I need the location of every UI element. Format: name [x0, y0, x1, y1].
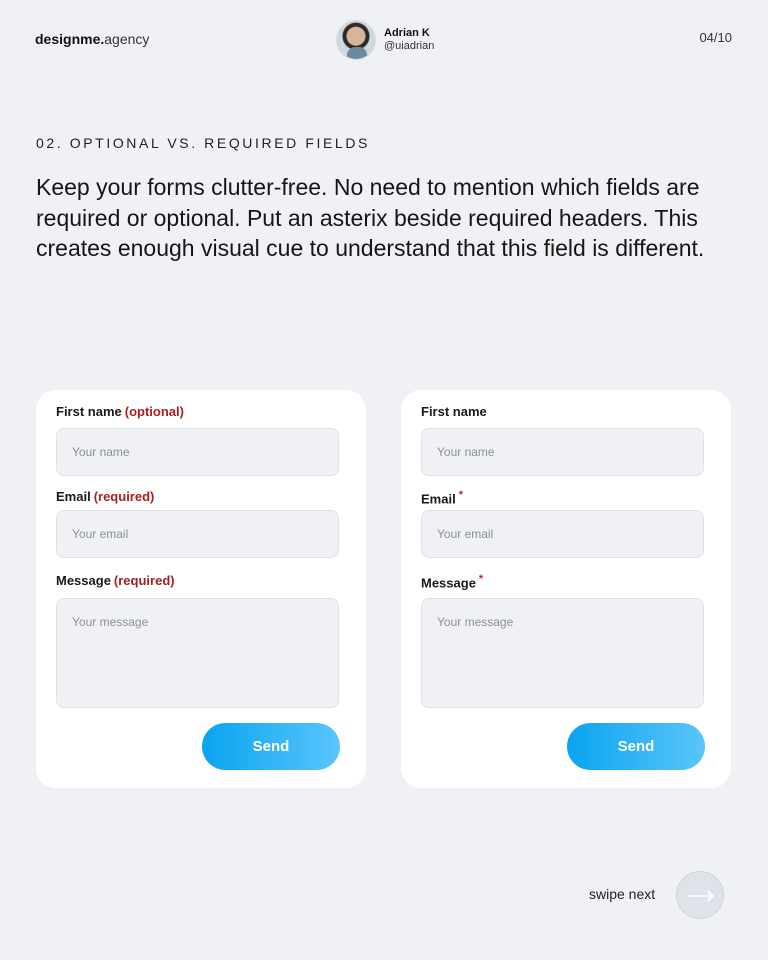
message-label: Message (required) — [56, 573, 175, 588]
email-input[interactable]: Your email — [421, 510, 704, 558]
email-label-text: Email — [421, 491, 456, 507]
first-name-label-text: First name — [421, 404, 487, 419]
arrow-right-icon — [687, 890, 714, 902]
optional-tag: (optional) — [124, 404, 184, 419]
message-label-text: Message — [421, 575, 476, 591]
first-name-input[interactable]: Your name — [421, 428, 704, 476]
message-label-text: Message — [56, 573, 111, 588]
page-counter: 04/10 — [699, 30, 732, 45]
form-card-labeled: First name (optional) Your name Email (req… — [36, 390, 366, 788]
message-textarea[interactable]: Your message — [421, 598, 704, 708]
required-tag: (required) — [93, 489, 155, 504]
first-name-label: First name — [421, 404, 487, 419]
author-info[interactable]: Adrian K @uiadrian — [336, 20, 434, 60]
author-handle: @uiadrian — [384, 40, 435, 52]
next-button[interactable] — [676, 871, 724, 919]
required-asterisk: * — [458, 489, 463, 501]
brand-bold: designme. — [35, 31, 105, 47]
brand-light: agency — [104, 31, 150, 47]
required-tag: (required) — [113, 573, 175, 588]
brand-logo[interactable]: designme.agency — [35, 31, 149, 47]
section-label: 02. OPTIONAL VS. REQUIRED FIELDS — [36, 135, 370, 151]
header: designme.agency Adrian K @uiadrian 04/10 — [0, 0, 768, 90]
email-label: Email (required) — [56, 489, 154, 504]
first-name-label: First name (optional) — [56, 404, 184, 419]
avatar — [336, 20, 376, 60]
first-name-label-text: First name — [56, 404, 122, 419]
form-card-asterisk: First name Your name Email * Your email M… — [401, 390, 731, 788]
send-button[interactable]: Send — [567, 723, 705, 770]
swipe-next-label: swipe next — [589, 886, 656, 902]
message-label: Message * — [421, 573, 483, 590]
message-textarea[interactable]: Your message — [56, 598, 339, 708]
author-text: Adrian K @uiadrian — [384, 27, 434, 53]
required-asterisk: * — [478, 573, 484, 585]
lead-paragraph: Keep your forms clutter-free. No need to… — [36, 174, 705, 261]
first-name-input[interactable]: Your name — [56, 428, 339, 476]
send-button[interactable]: Send — [202, 723, 340, 770]
email-label-text: Email — [56, 489, 91, 504]
author-name: Adrian K — [384, 27, 430, 39]
email-input[interactable]: Your email — [56, 510, 339, 558]
email-label: Email * — [421, 489, 463, 506]
